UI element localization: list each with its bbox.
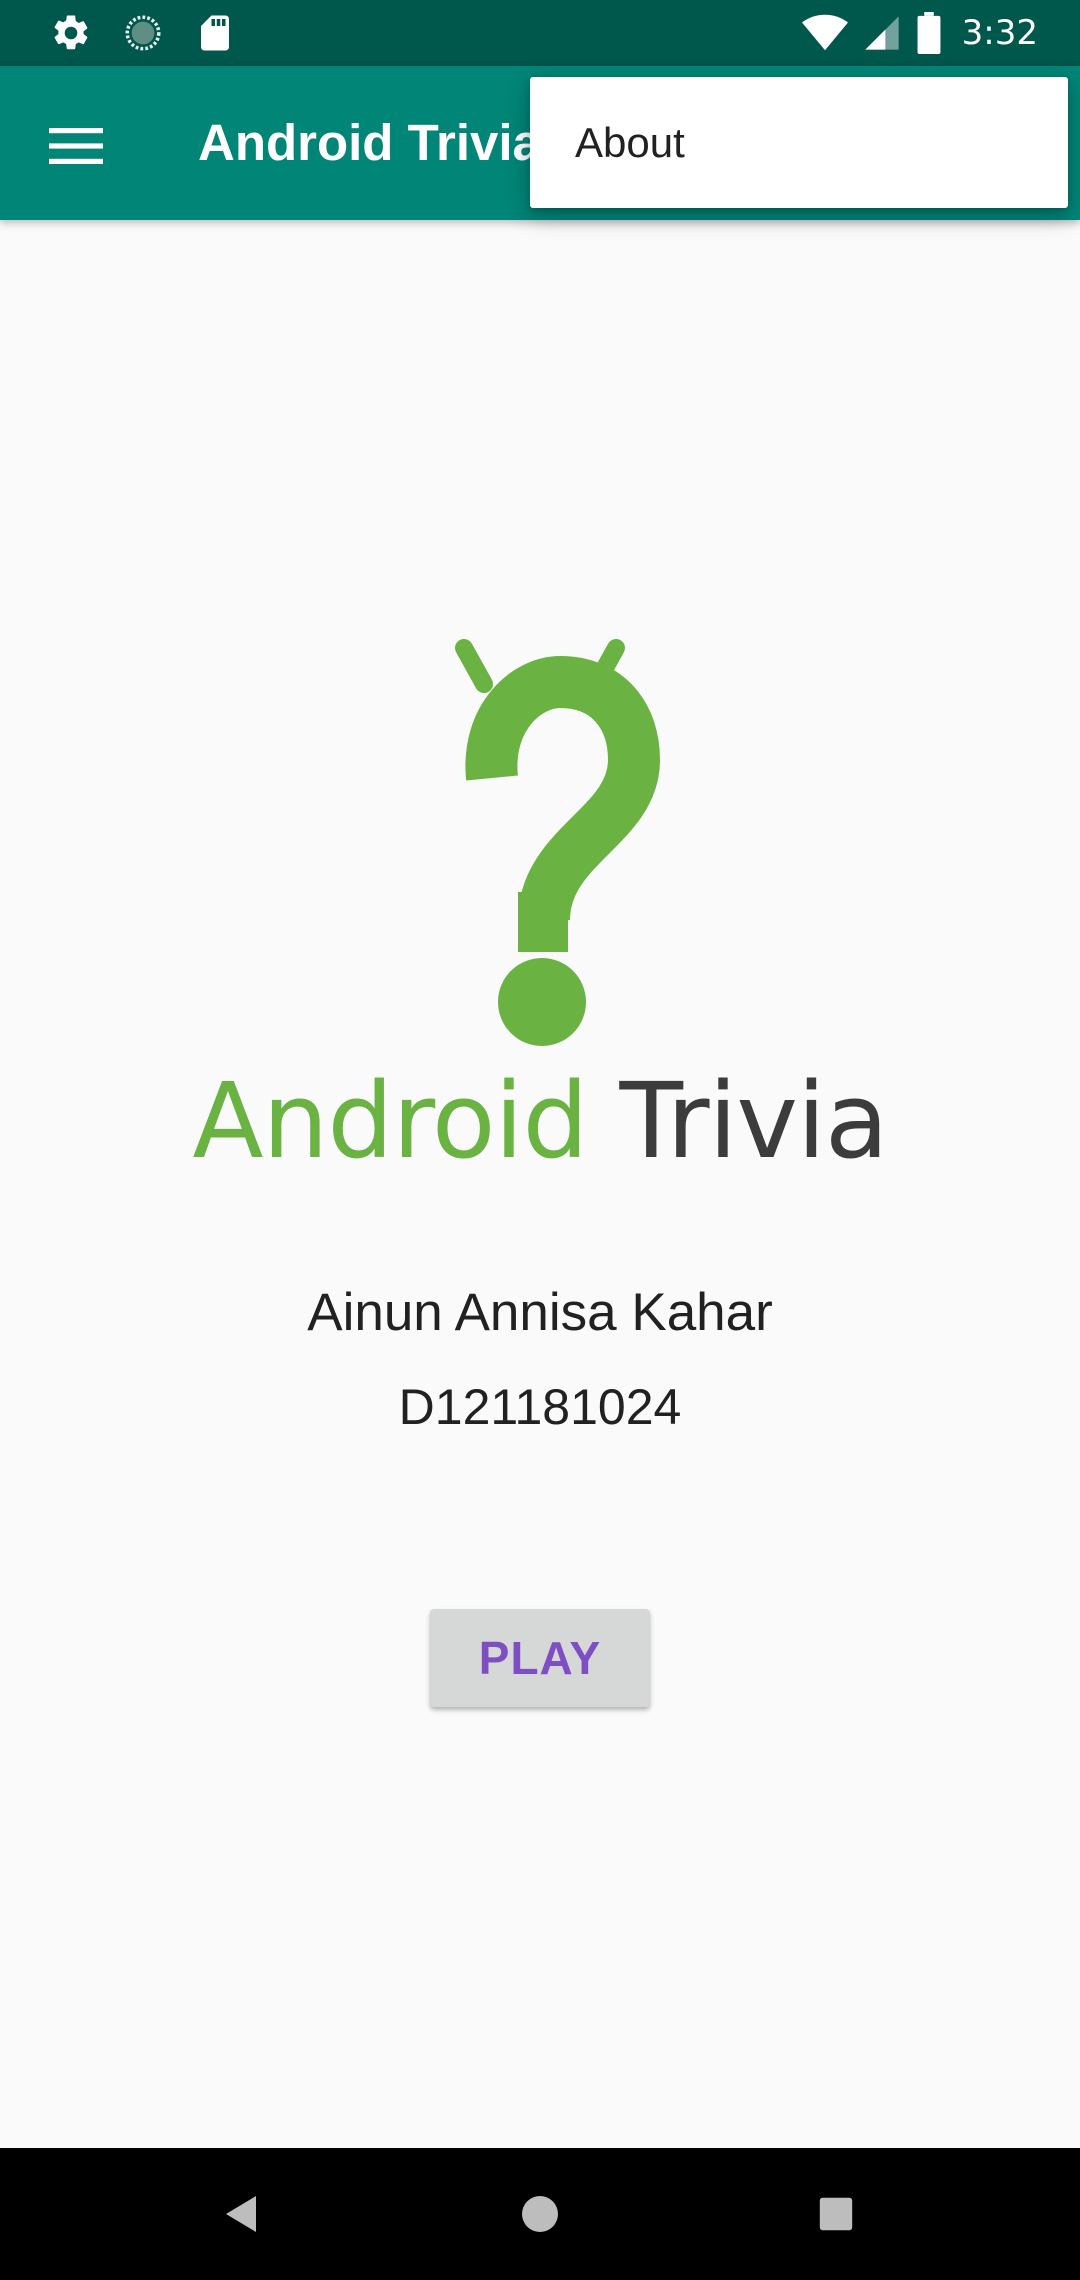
recents-icon	[819, 2197, 853, 2231]
wifi-icon	[801, 14, 848, 51]
author-name: Ainun Annisa Kahar	[307, 1283, 773, 1342]
logo-question-hook	[465, 655, 660, 922]
home-icon	[522, 2196, 558, 2232]
logo-antenna-left	[455, 639, 493, 693]
trivia-question-mark-logo	[455, 639, 660, 1046]
status-right-icons: 3:32	[801, 0, 1038, 66]
status-bar: 3:32	[0, 0, 1080, 66]
student-id: D121181024	[398, 1379, 682, 1435]
play-button[interactable]: PLAY	[430, 1609, 650, 1707]
nav-back-button[interactable]	[182, 2148, 302, 2280]
logo-wordmark: Android Trivia	[0, 1060, 1080, 1182]
toolbar-title: Android Trivia	[198, 114, 541, 171]
sync-circle-icon	[125, 15, 161, 51]
battery-icon	[917, 12, 941, 54]
logo-question-dot	[498, 958, 586, 1046]
sd-card-icon	[201, 15, 229, 51]
menu-item-about[interactable]: About	[530, 77, 1068, 208]
overflow-popup-menu: About	[530, 77, 1068, 208]
settings-icon	[54, 15, 88, 50]
nav-home-button[interactable]	[480, 2148, 600, 2280]
signal-icon	[864, 16, 899, 50]
system-navigation-bar	[0, 2148, 1080, 2280]
logo-word-trivia: Trivia	[619, 1060, 889, 1182]
hamburger-menu-icon	[49, 128, 103, 164]
logo-question-stem	[518, 892, 568, 952]
hamburger-menu-button[interactable]	[34, 104, 118, 188]
back-icon	[226, 2196, 256, 2232]
logo-word-android: Android	[192, 1060, 588, 1182]
nav-recents-button[interactable]	[776, 2148, 896, 2280]
status-left-icons	[50, 12, 236, 54]
screen: 3:32 Android Trivia About Android Trivia…	[0, 0, 1080, 2280]
status-time: 3:32	[961, 13, 1038, 53]
